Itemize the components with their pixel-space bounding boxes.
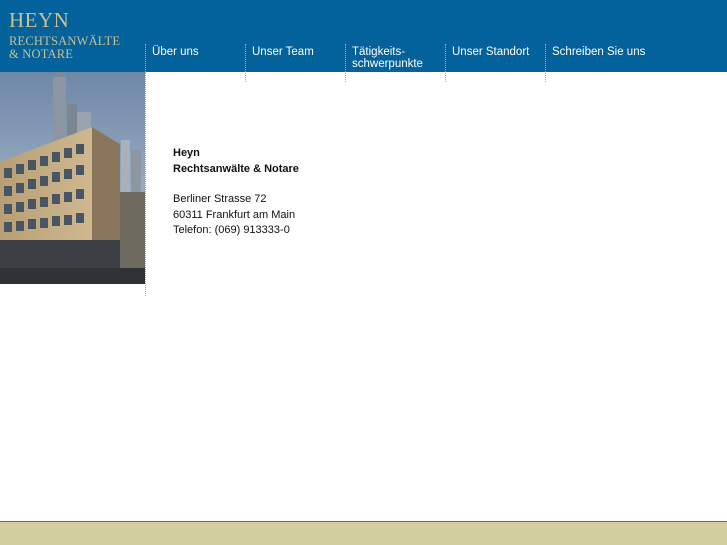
- footer-bar: [0, 522, 727, 545]
- logo-name: HEYN: [9, 8, 70, 32]
- logo-subtitle-line2: & NOTARE: [9, 47, 74, 61]
- contact-name: Heyn: [173, 147, 200, 159]
- header-bar: HEYN RECHTSANWÄLTE & NOTARE Über uns Uns…: [0, 0, 727, 82]
- nav-taetigkeitsschwerpunkte[interactable]: Tätigkeits- schwerpunkte: [345, 44, 445, 82]
- nav-unser-standort-label: Unser Standort: [452, 46, 530, 58]
- contact-street: Berliner Strasse 72: [173, 193, 267, 205]
- nav-schreiben-sie-uns[interactable]: Schreiben Sie uns: [545, 44, 655, 82]
- nav-ueber-uns[interactable]: Über uns: [145, 44, 245, 82]
- contact-firm: Rechtsanwälte & Notare: [173, 162, 299, 175]
- logo[interactable]: HEYN RECHTSANWÄLTE & NOTARE: [9, 9, 120, 61]
- nav-unser-standort[interactable]: Unser Standort: [445, 44, 545, 82]
- nav-schreiben-sie-uns-label: Schreiben Sie uns: [552, 46, 646, 58]
- contact-phone: Telefon: (069) 913333-0: [173, 224, 290, 236]
- nav-unser-team-label: Unser Team: [252, 46, 314, 58]
- nav-ueber-uns-label: Über uns: [152, 46, 199, 58]
- contact-city: 60311 Frankfurt am Main: [173, 208, 296, 221]
- nav-unser-team[interactable]: Unser Team: [245, 44, 345, 82]
- contact-block: Heyn Rechtsanwälte & Notare Berliner Str…: [173, 146, 299, 239]
- building-photo: [0, 72, 145, 284]
- nav-taetigkeitsschwerpunkte-label: Tätigkeits- schwerpunkte: [352, 46, 423, 70]
- photo-divider: [145, 72, 146, 296]
